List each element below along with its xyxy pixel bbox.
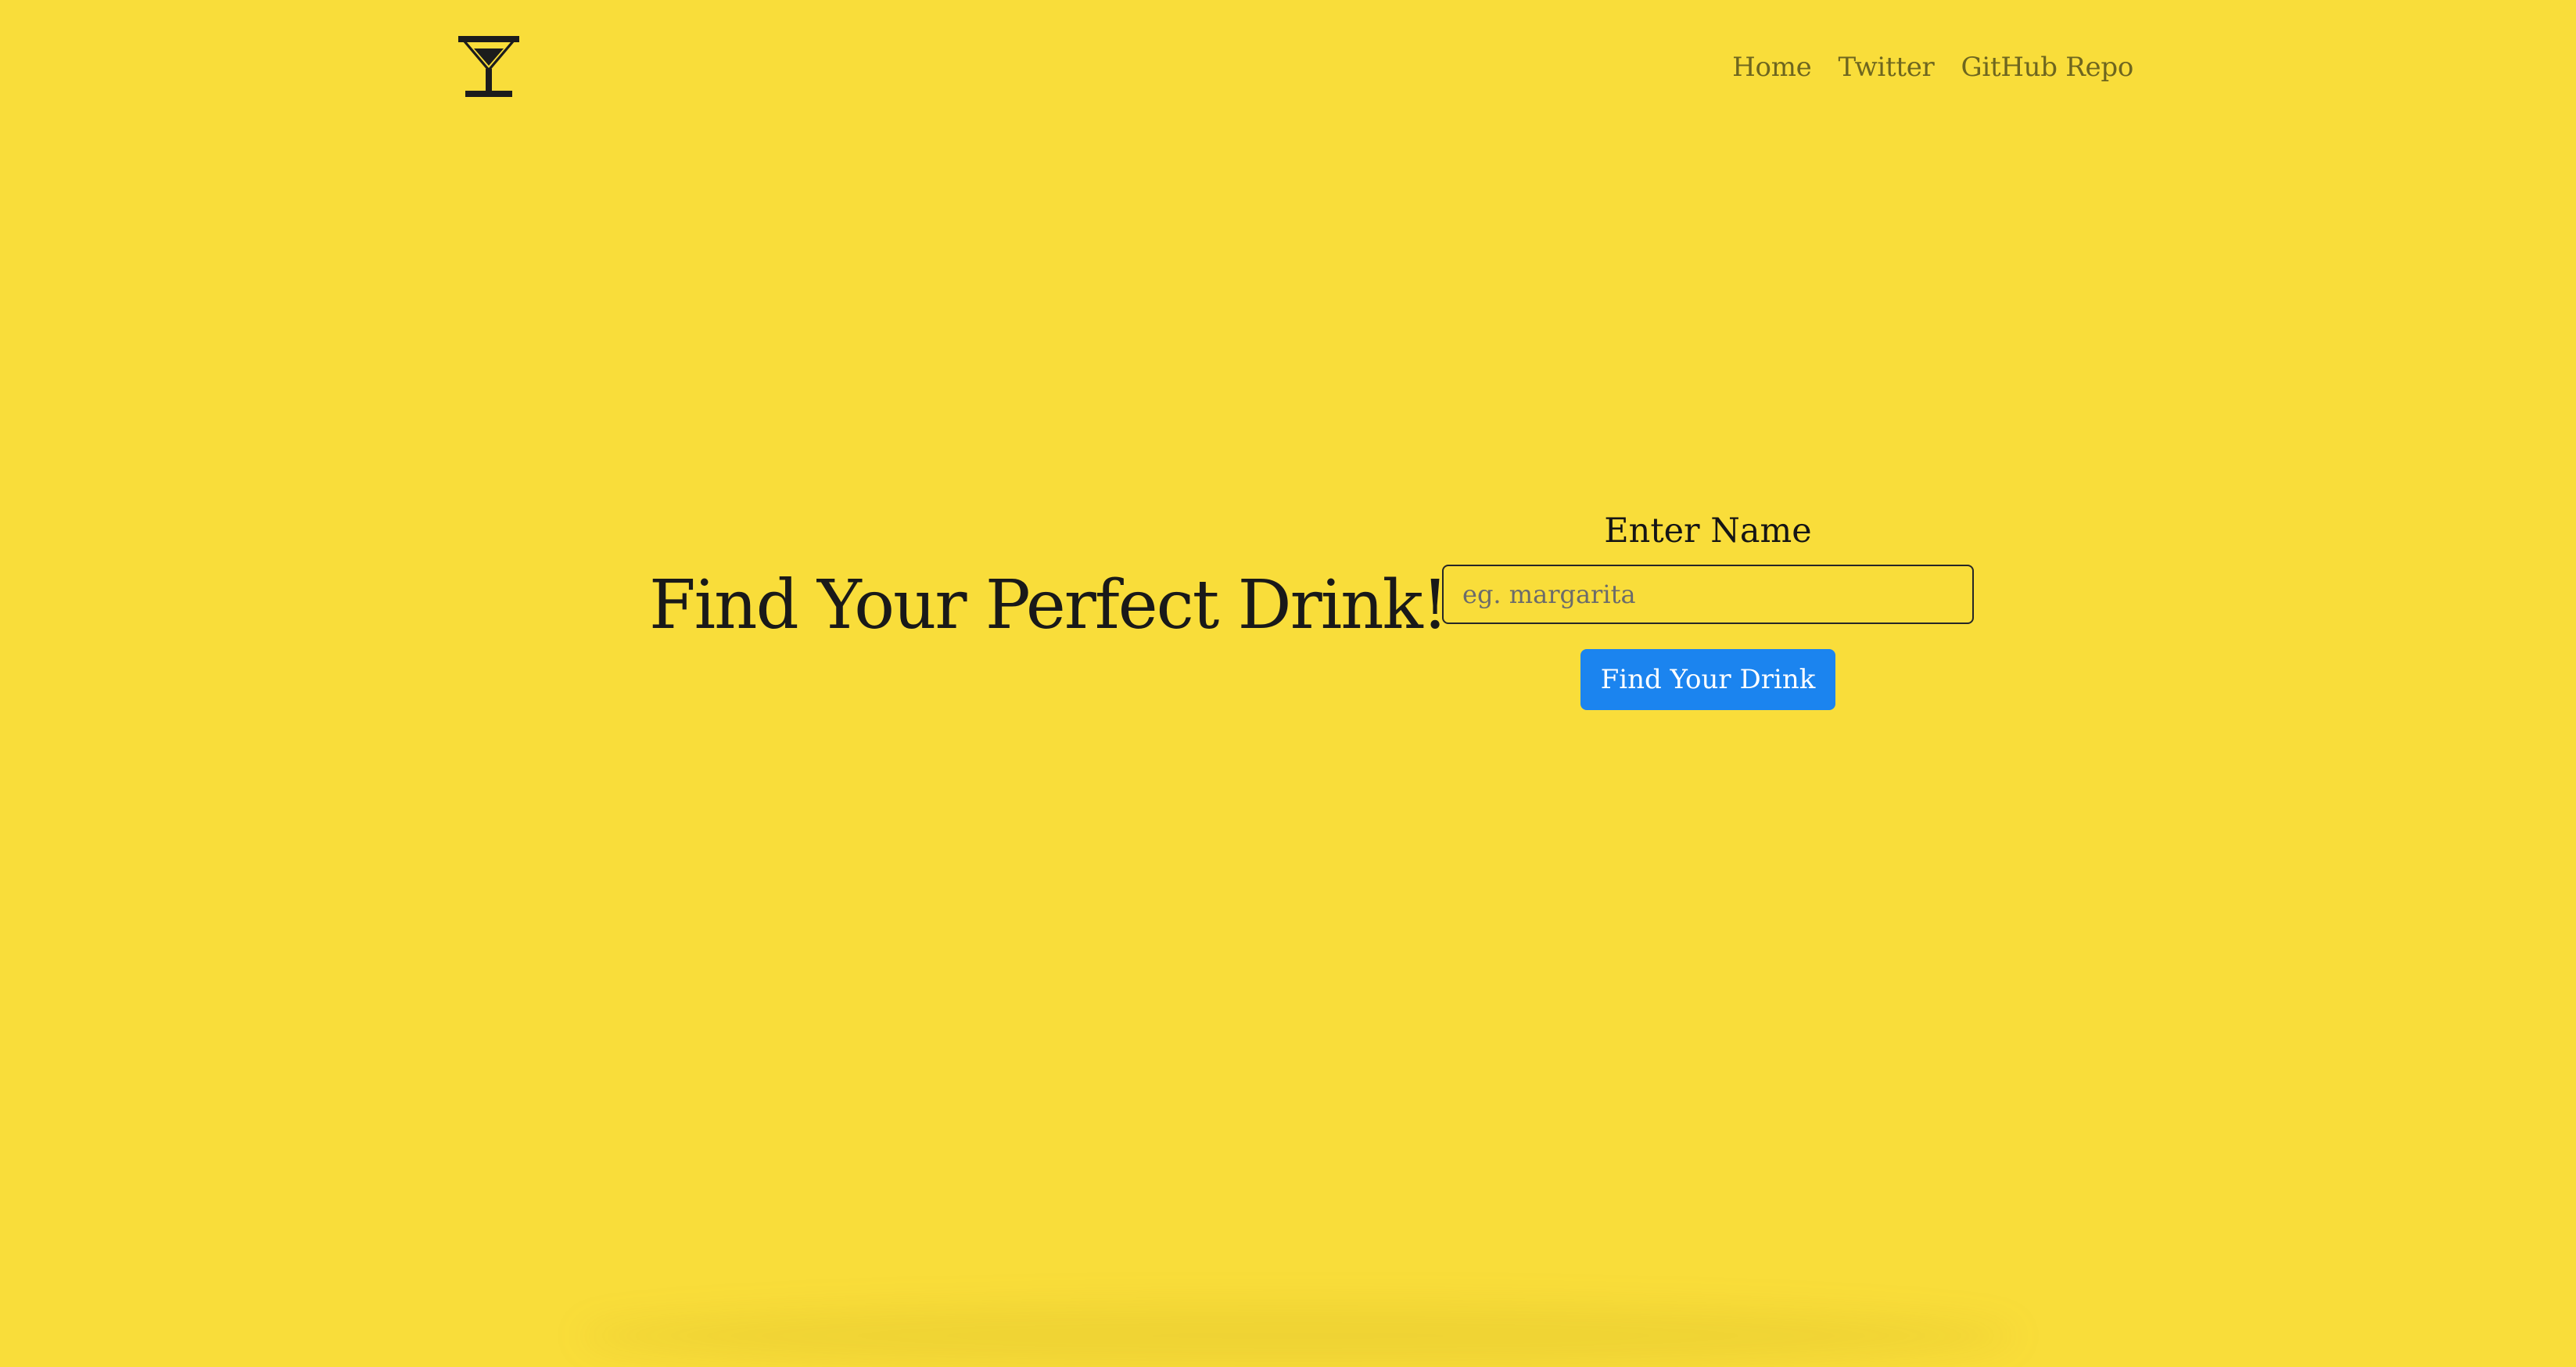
drink-search-form: Enter Name Find Your Drink bbox=[1442, 508, 1974, 710]
nav-link-home[interactable]: Home bbox=[1732, 52, 1812, 83]
bottom-shadow bbox=[579, 1304, 2018, 1367]
nav-links: Home Twitter GitHub Repo bbox=[1732, 52, 2133, 83]
nav-link-github-repo[interactable]: GitHub Repo bbox=[1961, 52, 2134, 83]
name-label: Enter Name bbox=[1604, 511, 1812, 551]
drink-name-input[interactable] bbox=[1442, 565, 1974, 624]
hero-title: Find Your Perfect Drink! bbox=[649, 566, 1448, 644]
nav-link-twitter[interactable]: Twitter bbox=[1838, 52, 1934, 83]
find-your-drink-button[interactable]: Find Your Drink bbox=[1580, 649, 1836, 710]
cocktail-glass-icon[interactable] bbox=[457, 34, 521, 99]
navbar: Home Twitter GitHub Repo bbox=[0, 0, 2576, 141]
